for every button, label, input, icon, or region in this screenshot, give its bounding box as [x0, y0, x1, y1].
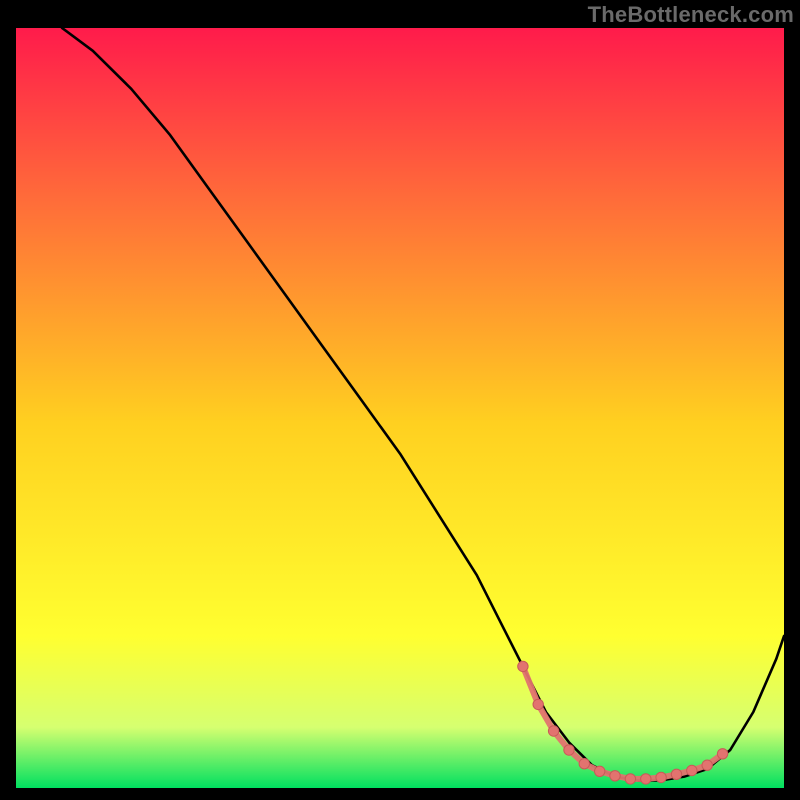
bottleneck-range-marker — [579, 759, 589, 769]
bottleneck-range-marker — [564, 745, 574, 755]
bottleneck-range-marker — [656, 772, 666, 782]
bottleneck-range-marker — [717, 749, 727, 759]
bottleneck-range-marker — [702, 760, 712, 770]
bottleneck-range-marker — [518, 661, 528, 671]
chart-stage: TheBottleneck.com — [0, 0, 800, 800]
bottleneck-range-marker — [595, 766, 605, 776]
bottleneck-range-marker — [671, 769, 681, 779]
plot-area — [16, 28, 784, 788]
chart-svg — [16, 28, 784, 788]
bottleneck-range-marker — [687, 765, 697, 775]
bottleneck-range-marker — [610, 771, 620, 781]
bottleneck-range-marker — [533, 699, 543, 709]
watermark-text: TheBottleneck.com — [588, 2, 794, 28]
gradient-background — [16, 28, 784, 788]
bottleneck-range-marker — [641, 774, 651, 784]
bottleneck-range-marker — [625, 774, 635, 784]
bottleneck-range-marker — [548, 726, 558, 736]
